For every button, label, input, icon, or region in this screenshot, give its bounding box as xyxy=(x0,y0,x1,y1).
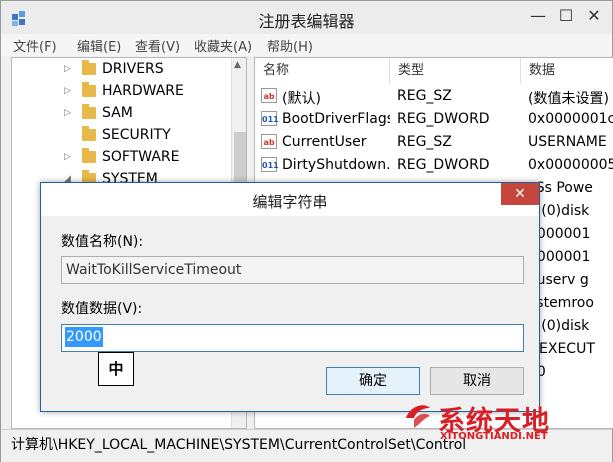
value-data: 0x00000005 xyxy=(528,157,613,173)
dialog-title: 编辑字符串 xyxy=(252,193,328,211)
menu-help[interactable]: 帮助(H) xyxy=(267,36,313,55)
value-name-label: 数值名称(N): xyxy=(61,234,144,250)
expand-arrow-icon[interactable]: ▷ xyxy=(64,152,71,162)
folder-icon xyxy=(82,148,96,163)
list-item[interactable]: 011 DirtyShutdown... REG_DWORD 0x0000000… xyxy=(255,154,613,177)
menu-edit[interactable]: 编辑(E) xyxy=(77,36,121,55)
watermark-logo-icon xyxy=(406,405,430,428)
title-bar[interactable]: 注册表编辑器 — ☐ ✕ xyxy=(1,1,612,34)
menu-bar: 文件(F) 编辑(E) 查看(V) 收藏夹(A) 帮助(H) xyxy=(1,34,612,56)
value-data-input[interactable]: 2000 xyxy=(61,324,524,352)
folder-icon xyxy=(82,82,96,97)
value-data-text: 2000 xyxy=(65,327,103,347)
value-name: CurrentUser xyxy=(282,134,367,150)
tree-item-label: DRIVERS xyxy=(102,61,164,77)
tree-item-hardware[interactable]: ▷ HARDWARE xyxy=(12,81,232,103)
value-type: REG_DWORD xyxy=(397,157,490,173)
string-value-icon: ab xyxy=(261,88,277,103)
ime-indicator[interactable]: 中 xyxy=(98,352,134,386)
list-item[interactable]: ab (默认) REG_SZ (数值未设置) xyxy=(255,85,613,108)
expand-arrow-icon[interactable]: ▷ xyxy=(64,64,71,74)
dialog-title-bar[interactable]: 编辑字符串 ✕ xyxy=(41,183,539,216)
dword-value-icon: 011 xyxy=(261,157,279,172)
ok-button[interactable]: 确定 xyxy=(326,367,420,395)
column-header-data[interactable]: 数据 xyxy=(521,58,613,84)
value-data-label: 数值数据(V): xyxy=(61,301,143,317)
tree-item-security[interactable]: SECURITY xyxy=(12,125,232,147)
folder-icon xyxy=(82,104,96,119)
menu-view[interactable]: 查看(V) xyxy=(135,36,180,55)
tree-item-label: SECURITY xyxy=(102,127,171,143)
menu-file[interactable]: 文件(F) xyxy=(13,36,57,55)
tree-item-software[interactable]: ▷ SOFTWARE xyxy=(12,147,232,169)
dialog-close-button[interactable]: ✕ xyxy=(501,183,539,205)
value-name-field: WaitToKillServiceTimeout xyxy=(61,256,524,284)
folder-icon xyxy=(82,60,96,75)
expand-arrow-icon[interactable]: ▷ xyxy=(64,86,71,96)
string-value-icon: ab xyxy=(261,134,277,149)
status-path: 计算机\HKEY_LOCAL_MACHINE\SYSTEM\CurrentCon… xyxy=(11,437,467,453)
window-title: 注册表编辑器 xyxy=(258,12,355,31)
folder-icon xyxy=(82,126,96,141)
tree-item-drivers[interactable]: ▷ DRIVERS xyxy=(12,59,232,81)
minimize-button[interactable]: — xyxy=(525,5,551,27)
column-header-type[interactable]: 类型 xyxy=(390,58,521,84)
menu-favorites[interactable]: 收藏夹(A) xyxy=(194,36,252,55)
value-type: REG_SZ xyxy=(397,134,452,150)
expand-arrow-icon[interactable]: ▷ xyxy=(64,108,71,118)
tree-item-sam[interactable]: ▷ SAM xyxy=(12,103,232,125)
list-item[interactable]: ab CurrentUser REG_SZ USERNAME xyxy=(255,131,613,154)
value-data: 0x0000001c xyxy=(528,111,613,127)
value-name: DirtyShutdown... xyxy=(282,157,390,173)
scroll-up-icon[interactable]: ▲ xyxy=(234,60,241,70)
value-type: REG_DWORD xyxy=(397,111,490,127)
close-button[interactable]: ✕ xyxy=(581,5,607,27)
column-header-name[interactable]: 名称 xyxy=(255,58,390,84)
tree-item-label: SAM xyxy=(102,105,133,121)
tree-item-label: SOFTWARE xyxy=(102,149,180,165)
maximize-button[interactable]: ☐ xyxy=(553,5,579,27)
watermark-url: XITONGTIANDI.NET xyxy=(440,431,548,442)
value-type: REG_SZ xyxy=(397,88,452,104)
value-data: (数值未设置) xyxy=(528,91,609,107)
value-name: (默认) xyxy=(282,91,321,107)
edit-string-dialog: 编辑字符串 ✕ 数值名称(N): WaitToKillServiceTimeou… xyxy=(40,182,540,412)
tree-item-label: HARDWARE xyxy=(102,83,184,99)
dword-value-icon: 011 xyxy=(261,111,279,126)
list-item[interactable]: 011 BootDriverFlags REG_DWORD 0x0000001c xyxy=(255,108,613,131)
value-data: USERNAME xyxy=(528,134,607,150)
value-name: BootDriverFlags xyxy=(282,111,390,127)
cancel-button[interactable]: 取消 xyxy=(430,367,524,395)
